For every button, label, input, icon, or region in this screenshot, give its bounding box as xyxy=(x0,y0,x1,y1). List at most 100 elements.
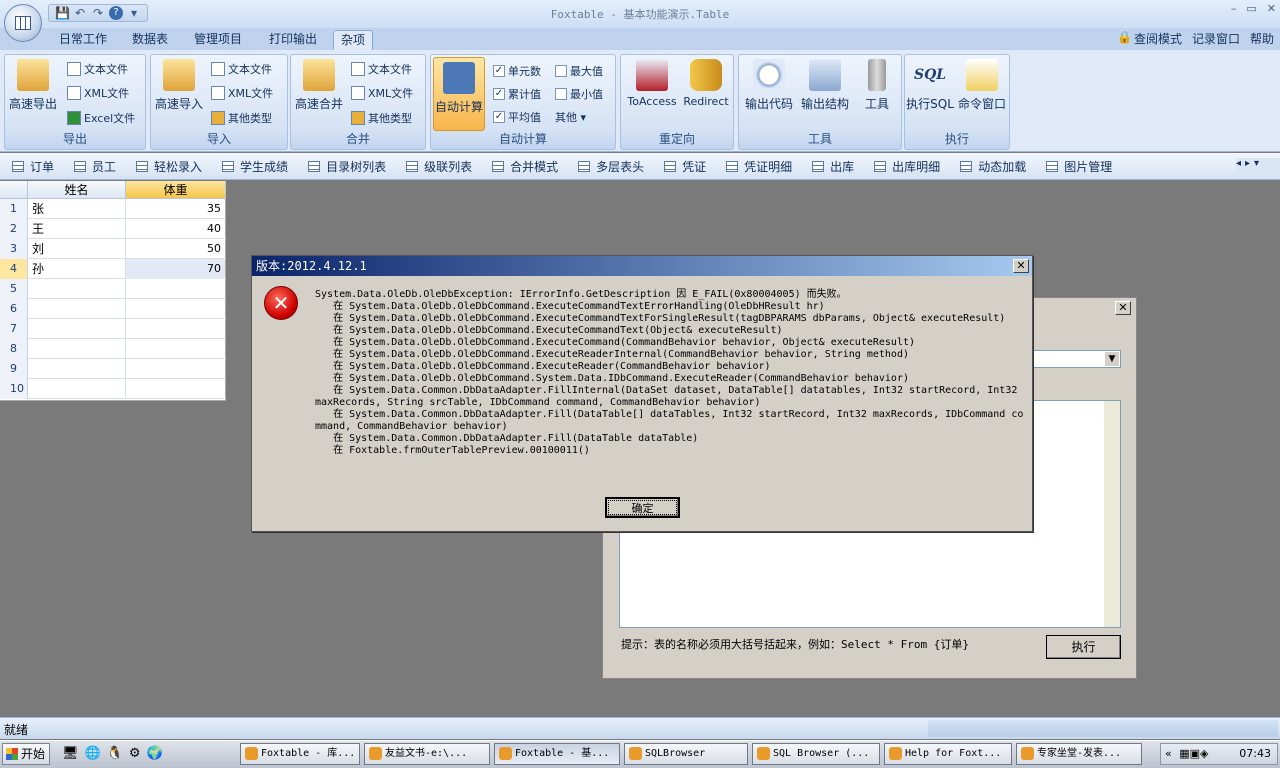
nav-merge-mode[interactable]: 合并模式 xyxy=(492,158,558,175)
cell-name[interactable]: 张 xyxy=(28,199,126,219)
fast-import-button[interactable]: 高速导入 xyxy=(153,59,205,112)
help-button[interactable]: 帮助 xyxy=(1250,30,1274,47)
table-row[interactable]: 8 xyxy=(0,339,226,359)
ok-button[interactable]: 确定 xyxy=(605,497,680,518)
cell-weight[interactable] xyxy=(126,359,225,379)
tab-daily[interactable]: 日常工作 xyxy=(52,30,114,50)
media-icon[interactable]: ⚙ xyxy=(129,746,141,761)
desktop-icon[interactable]: 🖥 xyxy=(62,746,79,761)
merge-text-button[interactable]: 文本文件 xyxy=(351,61,412,77)
nav-employees[interactable]: 员工 xyxy=(74,158,116,175)
sql-browser-close-button[interactable]: ✕ xyxy=(1115,301,1131,315)
task-foxtable-lib[interactable]: Foxtable - 库... xyxy=(240,743,360,765)
task-help-foxtable[interactable]: Help for Foxt... xyxy=(884,743,1012,765)
column-header-name[interactable]: 姓名 xyxy=(28,181,126,199)
maximize-button[interactable]: ▭ xyxy=(1246,2,1256,15)
nav-multi-header[interactable]: 多层表头 xyxy=(578,158,644,175)
table-row[interactable]: 5 xyxy=(0,279,226,299)
to-access-button[interactable]: ToAccess xyxy=(623,59,681,108)
tools-button[interactable]: 工具 xyxy=(855,59,899,112)
nav-easy-entry[interactable]: 轻松录入 xyxy=(136,158,202,175)
tab-misc[interactable]: 杂项 xyxy=(333,30,374,50)
cell-weight[interactable]: 35 xyxy=(126,199,225,219)
export-text-button[interactable]: 文本文件 xyxy=(67,61,128,77)
exec-sql-button[interactable]: SQL 执行SQL xyxy=(905,59,955,112)
cell-weight[interactable] xyxy=(126,299,225,319)
log-window-button[interactable]: 记录窗口 xyxy=(1192,30,1240,47)
cell-name[interactable] xyxy=(28,279,126,299)
read-mode-button[interactable]: 查阅模式 xyxy=(1134,30,1182,47)
check-count[interactable]: ✓ 单元数 xyxy=(493,63,541,79)
import-text-button[interactable]: 文本文件 xyxy=(211,61,272,77)
nav-outbound[interactable]: 出库 xyxy=(812,158,854,175)
task-foxtable-basic[interactable]: Foxtable - 基... xyxy=(494,743,620,765)
merge-other-button[interactable]: 其他类型 xyxy=(351,110,412,126)
globe-icon[interactable]: 🌍 xyxy=(147,746,163,761)
ie-icon[interactable]: 🌐 xyxy=(85,746,101,761)
table-row[interactable]: 7 xyxy=(0,319,226,339)
cell-name[interactable] xyxy=(28,359,126,379)
nav-voucher-detail[interactable]: 凭证明细 xyxy=(726,158,792,175)
check-cumulative[interactable]: ✓ 累计值 xyxy=(493,86,541,102)
redirect-button[interactable]: Redirect xyxy=(679,59,733,108)
other-dropdown[interactable]: 其他 ▾ xyxy=(555,109,586,125)
merge-xml-button[interactable]: XML文件 xyxy=(351,85,413,101)
cell-name[interactable] xyxy=(28,319,126,339)
task-sql-browser[interactable]: SQL Browser (... xyxy=(752,743,880,765)
output-code-button[interactable]: 输出代码 xyxy=(741,59,797,112)
app-menu-button[interactable] xyxy=(4,4,42,42)
table-row[interactable]: 1 张 35 xyxy=(0,199,226,219)
run-sql-button[interactable]: 执行 xyxy=(1046,635,1121,659)
nav-orders[interactable]: 订单 xyxy=(12,158,54,175)
nav-dynamic-load[interactable]: 动态加载 xyxy=(960,158,1026,175)
cell-name[interactable] xyxy=(28,299,126,319)
sql-browser-dropdown[interactable]: ▼ xyxy=(1031,350,1121,368)
column-header-weight[interactable]: 体重 xyxy=(126,181,226,199)
output-structure-button[interactable]: 输出结构 xyxy=(797,59,853,112)
nav-scores[interactable]: 学生成绩 xyxy=(222,158,288,175)
nav-outbound-detail[interactable]: 出库明细 xyxy=(874,158,940,175)
tray-expand-icon[interactable]: « xyxy=(1165,747,1172,760)
table-row[interactable]: 10 xyxy=(0,379,226,399)
cell-weight[interactable] xyxy=(126,339,225,359)
import-other-button[interactable]: 其他类型 xyxy=(211,110,272,126)
table-row[interactable]: 9 xyxy=(0,359,226,379)
cell-name[interactable] xyxy=(28,379,126,399)
task-sqlbrowser[interactable]: SQLBrowser xyxy=(624,743,748,765)
grid-corner[interactable] xyxy=(0,181,28,199)
nav-voucher[interactable]: 凭证 xyxy=(664,158,706,175)
export-xml-button[interactable]: XML文件 xyxy=(67,85,129,101)
fast-merge-button[interactable]: 高速合并 xyxy=(293,59,345,112)
fast-export-button[interactable]: 高速导出 xyxy=(7,59,59,112)
nav-tree-list[interactable]: 目录树列表 xyxy=(308,158,386,175)
nav-scroll-arrows[interactable]: ◂▸▾ xyxy=(1236,158,1280,176)
table-row[interactable]: 2 王 40 xyxy=(0,219,226,239)
check-min[interactable]: 最小值 xyxy=(555,86,603,102)
check-average[interactable]: ✓ 平均值 xyxy=(493,109,541,125)
cell-name[interactable]: 刘 xyxy=(28,239,126,259)
command-window-button[interactable]: 命令窗口 xyxy=(955,59,1009,112)
cell-name[interactable]: 王 xyxy=(28,219,126,239)
table-row[interactable]: 6 xyxy=(0,299,226,319)
cell-weight[interactable]: 50 xyxy=(126,239,225,259)
cell-weight[interactable] xyxy=(126,379,225,399)
tab-tables[interactable]: 数据表 xyxy=(125,30,175,50)
cell-weight[interactable]: 70 xyxy=(126,259,225,279)
scrollbar[interactable] xyxy=(1104,401,1120,627)
nav-cascade[interactable]: 级联列表 xyxy=(406,158,472,175)
qq-icon[interactable]: 🐧 xyxy=(107,746,123,761)
cell-weight[interactable]: 40 xyxy=(126,219,225,239)
cell-name[interactable] xyxy=(28,339,126,359)
tab-print[interactable]: 打印输出 xyxy=(262,30,324,50)
close-button[interactable]: ✕ xyxy=(1267,2,1276,15)
cell-weight[interactable] xyxy=(126,319,225,339)
minimize-button[interactable]: – xyxy=(1231,2,1237,15)
export-excel-button[interactable]: Excel文件 xyxy=(67,110,135,126)
task-expert[interactable]: 专家坐堂-发表... xyxy=(1016,743,1142,765)
table-row[interactable]: 4 孙 70 xyxy=(0,259,226,279)
cell-weight[interactable] xyxy=(126,279,225,299)
import-xml-button[interactable]: XML文件 xyxy=(211,85,273,101)
nav-image-manage[interactable]: 图片管理 xyxy=(1046,158,1112,175)
check-max[interactable]: 最大值 xyxy=(555,63,603,79)
task-youyi[interactable]: 友益文书-e:\... xyxy=(364,743,490,765)
